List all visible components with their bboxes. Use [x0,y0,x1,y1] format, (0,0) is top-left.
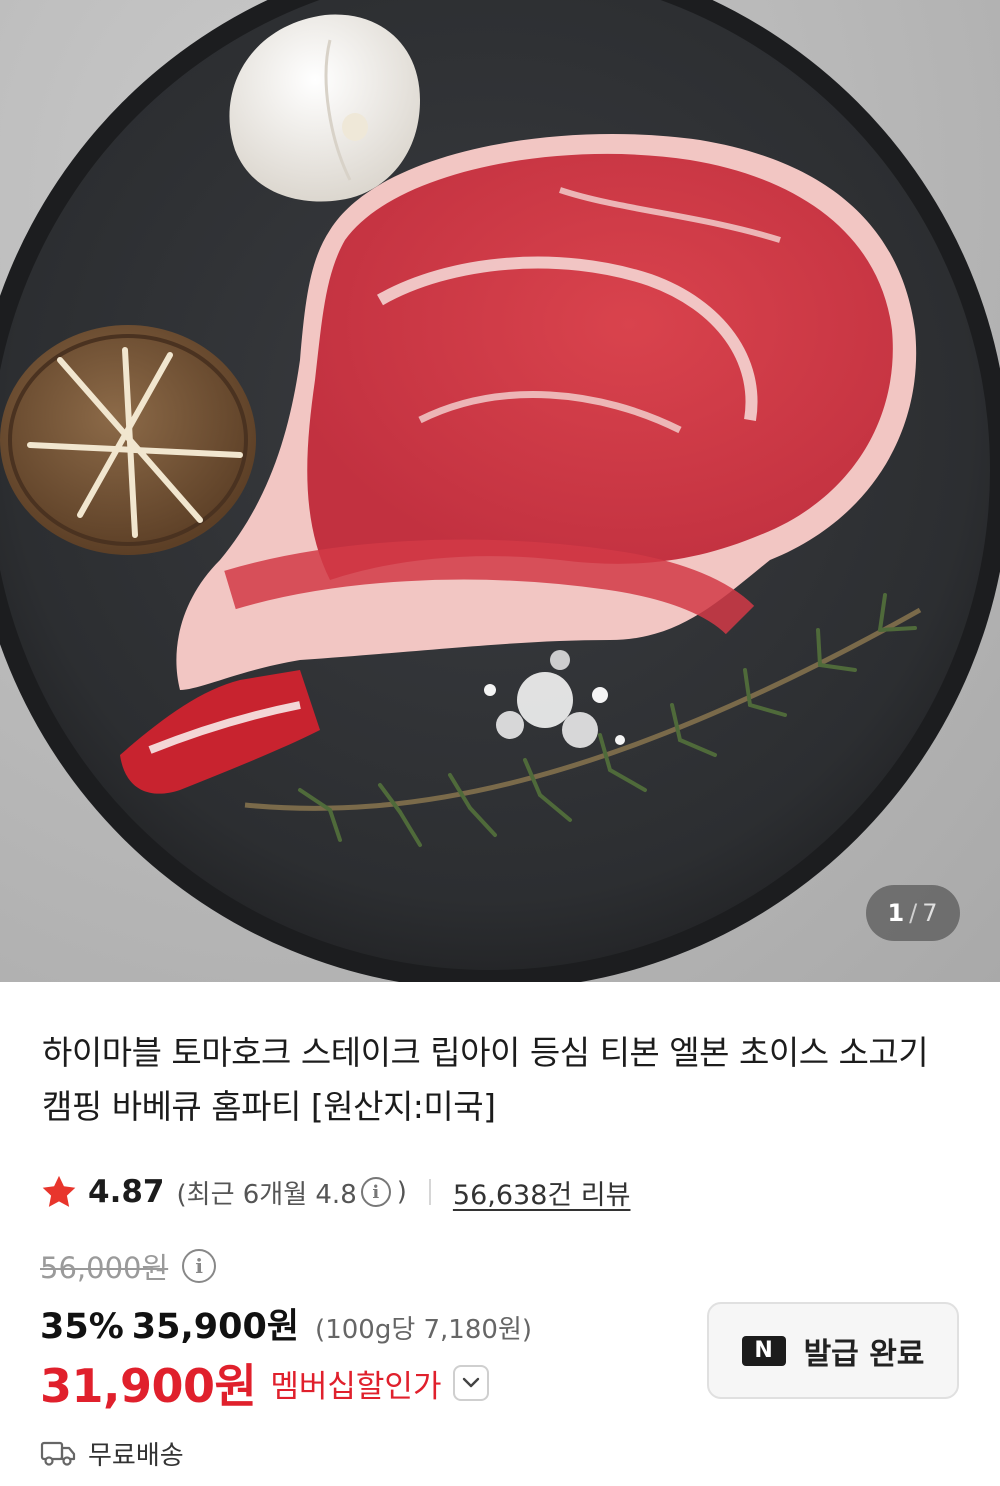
member-price-row: 31,900원 멤버십할인가 [40,1352,490,1414]
image-counter-current: 1 [887,899,906,927]
divider [428,1179,431,1205]
image-counter: 1 / 7 [866,885,960,941]
naver-n-icon: N [741,1335,786,1366]
recent-rating: (최근 6개월 4.8 i ) [177,1174,407,1211]
image-counter-total: 7 [922,899,939,927]
member-price-label: 멤버십할인가 [270,1368,442,1405]
free-shipping-label: 무료배송 [88,1440,184,1471]
product-page: 1 / 7 하이마블 토마호크 스테이크 립아이 등심 티본 엘본 초이스 소고… [0,0,1000,1486]
discount-rate: 35% [40,1307,124,1347]
review-count-link[interactable]: 56,638건 리뷰 [453,1173,631,1212]
coupon-status-label: 발급 완료 [803,1336,925,1372]
truck-icon [40,1441,76,1466]
chevron-down-icon [463,1377,480,1388]
rating-row: 4.87 (최근 6개월 4.8 i ) 56,638건 리뷰 [40,1170,630,1214]
tomahawk-steak-photo [0,0,1000,982]
coupon-issued-button[interactable]: N 발급 완료 [707,1302,959,1399]
original-price: 56,000원 [40,1251,169,1285]
image-counter-separator: / [909,899,919,927]
sale-price-row: 35% 35,900원 (100g당 7,180원) [40,1298,533,1347]
unit-price: (100g당 7,180원) [315,1315,533,1345]
star-icon [42,1175,76,1207]
sale-price: 35,900원 [131,1307,300,1347]
recent-rating-close: ) [396,1177,407,1207]
product-image[interactable]: 1 / 7 [0,0,1000,982]
recent-rating-text: (최근 6개월 4.8 [176,1179,357,1210]
original-price-row: 56,000원 i [40,1244,222,1288]
product-title: 하이마블 토마호크 스테이크 립아이 등심 티본 엘본 초이스 소고기 캠핑 바… [42,1033,929,1126]
member-price-dropdown-button[interactable] [453,1365,490,1401]
member-price: 31,900원 [40,1359,257,1413]
price-info-icon[interactable]: i [182,1249,217,1283]
shipping-row: 무료배송 [40,1432,184,1474]
info-icon[interactable]: i [360,1177,391,1207]
rating-value: 4.87 [88,1174,165,1210]
